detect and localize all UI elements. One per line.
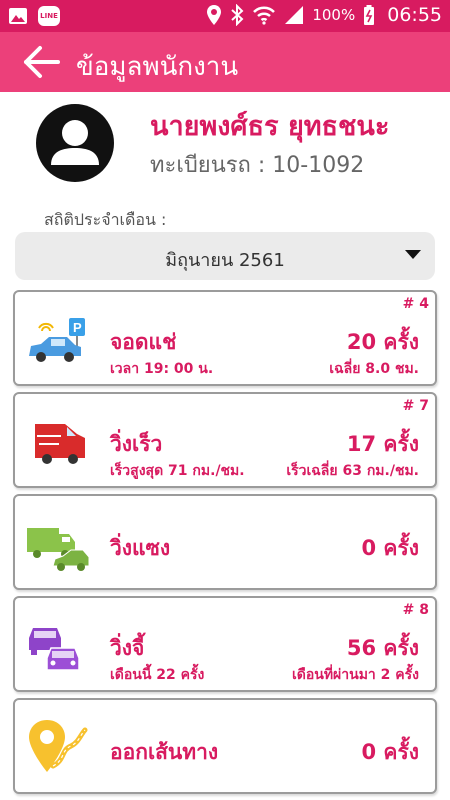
month-select-value: มิถุนายน 2561 xyxy=(165,250,285,271)
card-title: วิ่งเร็ว xyxy=(110,432,163,456)
person-avatar-icon xyxy=(36,104,114,182)
card-count: 0 ครั้ง xyxy=(361,740,419,764)
location-icon xyxy=(207,5,222,25)
card-sub-left: เวลา 19: 00 น. xyxy=(110,361,214,377)
rank-badge: # 8 xyxy=(402,602,429,618)
clock-time: 06:55 xyxy=(387,4,442,26)
stat-card-off-route[interactable]: ออกเส้นทาง 0 ครั้ง xyxy=(13,698,437,794)
card-title: วิ่งแซง xyxy=(110,536,171,560)
app-bar: ข้อมูลพนักงาน xyxy=(0,32,450,92)
line-app-icon: LINE xyxy=(38,6,60,26)
card-title: วิ่งจี้ xyxy=(110,636,145,660)
rank-badge: # 7 xyxy=(402,398,429,414)
employee-plate: ทะเบียนรถ : 10-1092 xyxy=(150,153,365,178)
speeding-truck-icon xyxy=(35,424,85,464)
gallery-icon xyxy=(9,8,27,24)
wifi-icon xyxy=(253,6,276,25)
page-title: ข้อมูลพนักงาน xyxy=(76,52,239,82)
month-select[interactable]: มิถุนายน 2561 xyxy=(15,232,435,280)
line-app-label: LINE xyxy=(40,12,58,20)
signal-icon xyxy=(285,6,304,24)
status-bar: LINE 100% 06:55 xyxy=(0,0,450,32)
stat-card-overtaking[interactable]: วิ่งแซง 0 ครั้ง xyxy=(13,494,437,590)
card-sub-left: เดือนนี้ 22 ครั้ง xyxy=(110,667,205,683)
stat-card-speeding[interactable]: # 7 วิ่งเร็ว 17 ครั้ง เร็วสูงสุด 71 กม./… xyxy=(13,392,437,488)
card-title: ออกเส้นทาง xyxy=(110,740,219,764)
card-title: จอดแช่ xyxy=(110,330,177,354)
rank-badge: # 4 xyxy=(402,296,429,312)
stat-card-parking[interactable]: # 4 P จอดแช่ 20 ครั้ง เวลา 19: 00 น. เฉล… xyxy=(13,290,437,386)
battery-percent: 100% xyxy=(312,6,356,24)
dropdown-arrow-icon xyxy=(405,250,421,259)
card-sub-right: เฉลี่ย 8.0 ชม. xyxy=(329,361,419,377)
off-route-icon xyxy=(29,720,88,772)
card-sub-right: เดือนที่ผ่านมา 2 ครั้ง xyxy=(291,667,419,683)
card-count: 17 ครั้ง xyxy=(346,432,419,456)
employee-name: นายพงศ์ธร ยุทธชนะ xyxy=(150,111,390,142)
card-sub-right: เร็วเฉลี่ย 63 กม./ชม. xyxy=(286,463,419,479)
arrow-back-icon xyxy=(24,46,60,78)
stats-label: สถิติประจำเดือน : xyxy=(44,210,167,229)
card-count: 56 ครั้ง xyxy=(346,636,419,660)
back-button[interactable] xyxy=(22,44,62,80)
svg-text:P: P xyxy=(73,320,82,335)
overtaking-icon xyxy=(27,528,90,571)
card-sub-left: เร็วสูงสุด 71 กม./ชม. xyxy=(110,463,245,479)
tailgating-cars-icon xyxy=(29,628,80,671)
bluetooth-icon xyxy=(231,4,244,26)
card-count: 20 ครั้ง xyxy=(346,330,419,354)
card-count: 0 ครั้ง xyxy=(361,536,419,560)
parked-car-icon: P xyxy=(29,318,85,362)
stat-card-tailgating[interactable]: # 8 วิ่งจี้ 56 ครั้ง เดือนนี้ 22 ครั้ง เ… xyxy=(13,596,437,692)
battery-charging-icon xyxy=(364,5,375,25)
avatar xyxy=(35,103,115,183)
